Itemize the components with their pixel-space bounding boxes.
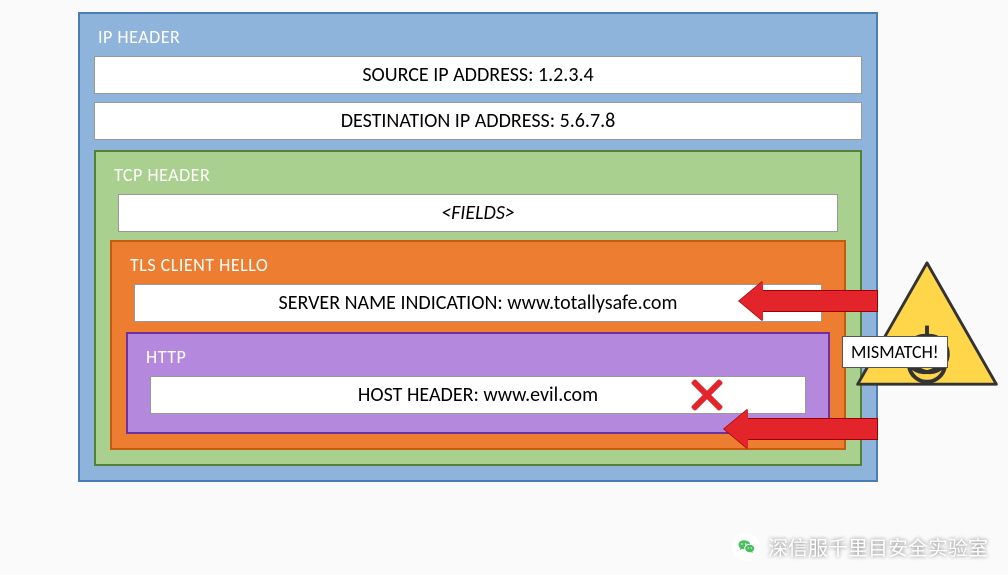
mismatch-label: MISMATCH! xyxy=(842,336,948,368)
watermark-text: 深信服千里目安全实验室 xyxy=(768,532,988,561)
source-ip-field: SOURCE IP ADDRESS: 1.2.3.4 xyxy=(94,56,862,94)
host-header-field: HOST HEADER: www.evil.com xyxy=(150,376,806,414)
host-header-text: HOST HEADER: www.evil.com xyxy=(358,383,598,407)
biohazard-warning-icon xyxy=(852,260,1002,390)
destination-ip-field: DESTINATION IP ADDRESS: 5.6.7.8 xyxy=(94,102,862,140)
packet-diagram: IP HEADER SOURCE IP ADDRESS: 1.2.3.4 DES… xyxy=(78,12,878,482)
ip-header-layer: IP HEADER SOURCE IP ADDRESS: 1.2.3.4 DES… xyxy=(78,12,878,482)
tcp-fields-placeholder: <FIELDS> xyxy=(118,194,838,232)
red-x-icon xyxy=(689,377,725,413)
sni-field: SERVER NAME INDICATION: www.totallysafe.… xyxy=(134,284,822,322)
arrow-to-host xyxy=(745,418,878,440)
tls-title: TLS CLIENT HELLO xyxy=(126,254,830,276)
ip-header-title: IP HEADER xyxy=(94,26,862,48)
http-title: HTTP xyxy=(142,346,814,368)
tcp-header-title: TCP HEADER xyxy=(110,164,846,186)
watermark: 深信服千里目安全实验室 xyxy=(732,532,988,561)
wechat-icon xyxy=(732,533,760,561)
